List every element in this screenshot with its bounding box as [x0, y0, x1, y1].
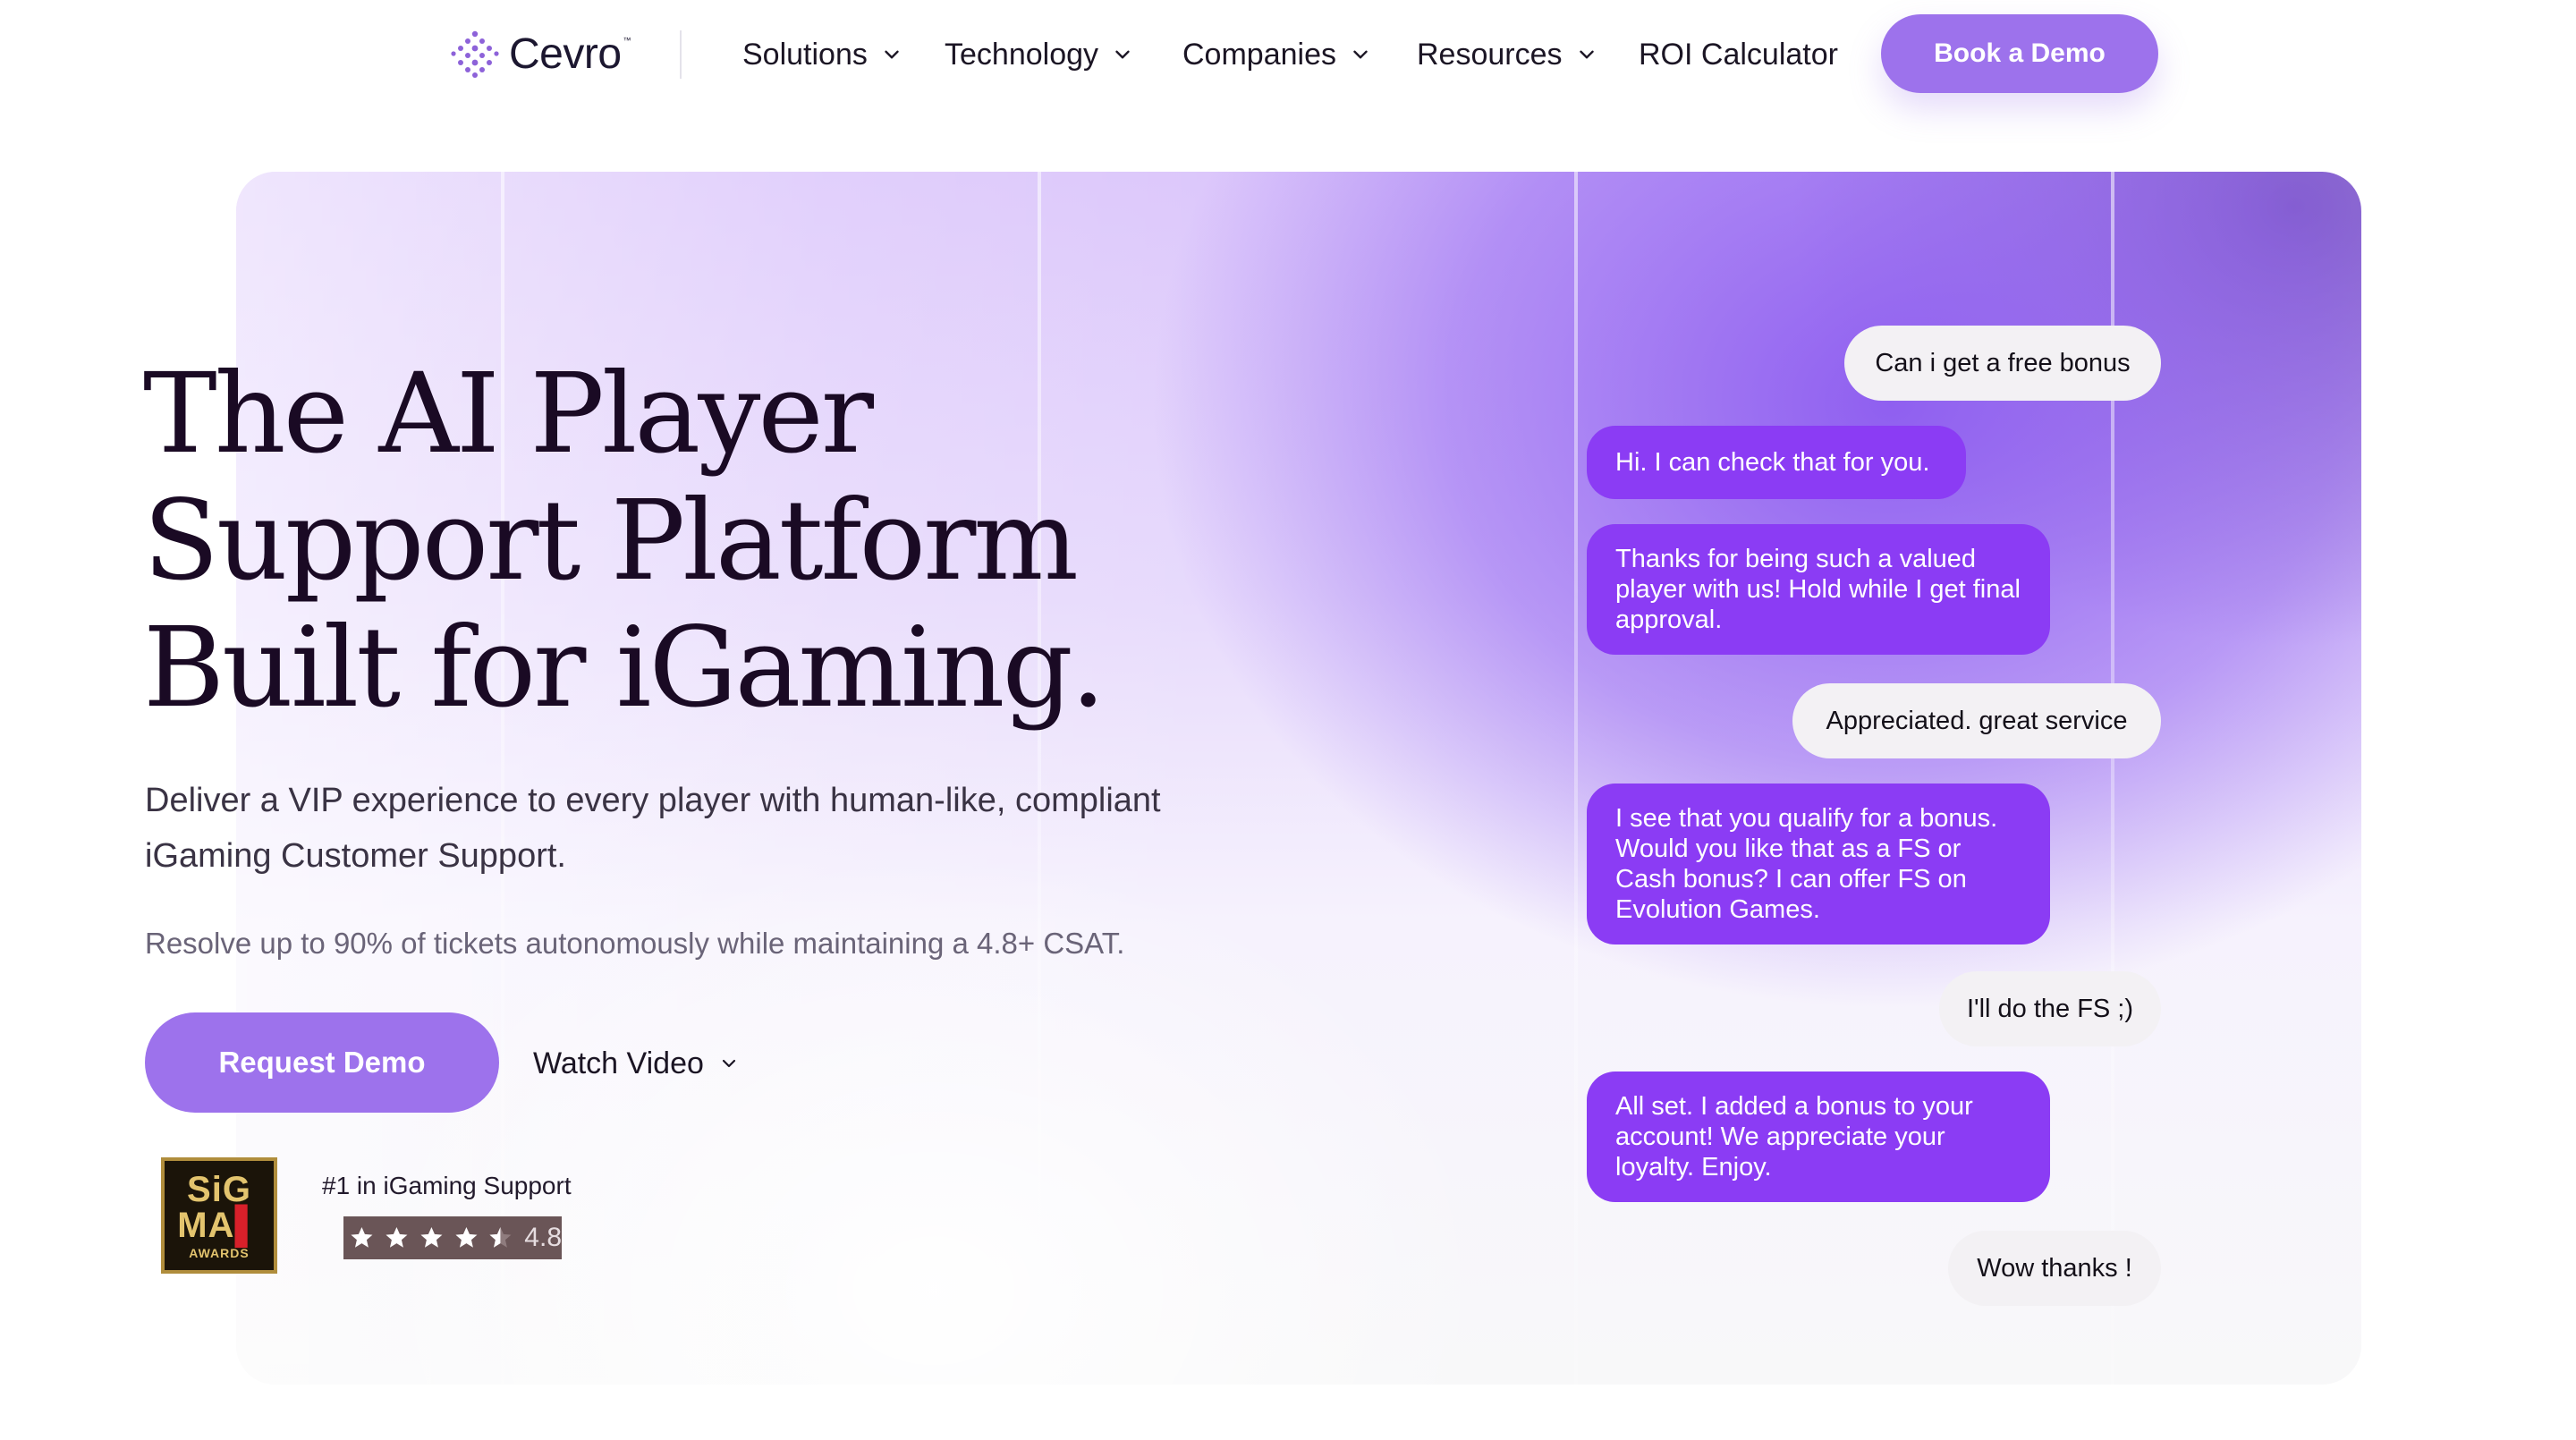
chevron-down-icon [885, 50, 899, 59]
chat-bubble-bot: Thanks for being such a valued player wi… [1587, 524, 2050, 655]
nav-item-solutions[interactable]: Solutions [742, 34, 903, 75]
nav-item-companies[interactable]: Companies [1182, 34, 1372, 75]
chat-bubble-bot: I see that you qualify for a bonus. Woul… [1587, 784, 2050, 944]
hero-subtitle: Deliver a VIP experience to every player… [145, 782, 1161, 875]
award-logo-line: MA▌ [177, 1207, 261, 1243]
chat-bubble-user: Appreciated. great service [1792, 683, 2161, 758]
headline-line: Built for iGaming. [143, 604, 1106, 733]
nav-divider [680, 30, 682, 79]
sigma-awards-logo: SiG MA▌ AWARDS [161, 1157, 277, 1274]
nav-item-roi-calculator[interactable]: ROI Calculator [1639, 34, 1838, 75]
nav-item-label: Resources [1417, 37, 1563, 72]
rating-badge: 4.8 [343, 1216, 562, 1259]
chevron-down-icon [1115, 50, 1130, 59]
chat-bubble-user: Can i get a free bonus [1844, 326, 2161, 401]
award-logo-text: MA [177, 1206, 235, 1245]
star-icon [420, 1226, 443, 1248]
nav-item-label: Technology [945, 37, 1099, 72]
chevron-down-icon [1579, 50, 1594, 59]
star-icon [386, 1226, 408, 1248]
nav-item-label: ROI Calculator [1639, 37, 1838, 72]
request-demo-button[interactable]: Request Demo [145, 1012, 499, 1113]
award-logo-line: SiG [187, 1170, 251, 1209]
hero-stat-line: Resolve up to 90% of tickets autonomousl… [145, 927, 1125, 960]
cevro-logo[interactable]: Cevro ™ [450, 27, 631, 80]
award-logo-line: AWARDS [189, 1246, 250, 1260]
logo-wordmark: Cevro [509, 30, 622, 78]
logo-trademark: ™ [623, 36, 631, 45]
half-star-icon [489, 1226, 512, 1248]
chat-bubble-bot: All set. I added a bonus to your account… [1587, 1072, 2050, 1202]
chat-bubble-user: Wow thanks ! [1948, 1231, 2161, 1306]
nav-item-technology[interactable]: Technology [945, 34, 1134, 75]
rating-value: 4.8 [524, 1223, 563, 1252]
nav-item-label: Companies [1182, 37, 1336, 72]
book-demo-button[interactable]: Book a Demo [1881, 14, 2158, 93]
chevron-down-icon [722, 1059, 735, 1068]
headline-line: The AI Player [143, 350, 874, 479]
hero-headline: The AI Player Support Platform Built for… [143, 351, 1306, 732]
headline-line: Support Platform [143, 477, 1079, 606]
award-caption: #1 in iGaming Support [322, 1172, 572, 1199]
chat-bubble-user: I'll do the FS ;) [1939, 971, 2161, 1046]
nav-item-label: Solutions [742, 37, 868, 72]
nav-item-resources[interactable]: Resources [1417, 34, 1598, 75]
award-logo-mark: ▌ [234, 1206, 261, 1245]
star-icon [351, 1226, 373, 1248]
glass-divider [1574, 172, 1578, 1385]
star-icon [454, 1226, 478, 1248]
top-navigation: Cevro ™ Solutions Technology Companies R… [0, 0, 2576, 107]
watch-video-label: Watch Video [533, 1046, 704, 1080]
cevro-logo-icon [451, 30, 499, 78]
chat-bubble-bot: Hi. I can check that for you. [1587, 426, 1966, 499]
watch-video-button[interactable]: Watch Video [533, 1041, 740, 1086]
chevron-down-icon [1353, 50, 1368, 59]
